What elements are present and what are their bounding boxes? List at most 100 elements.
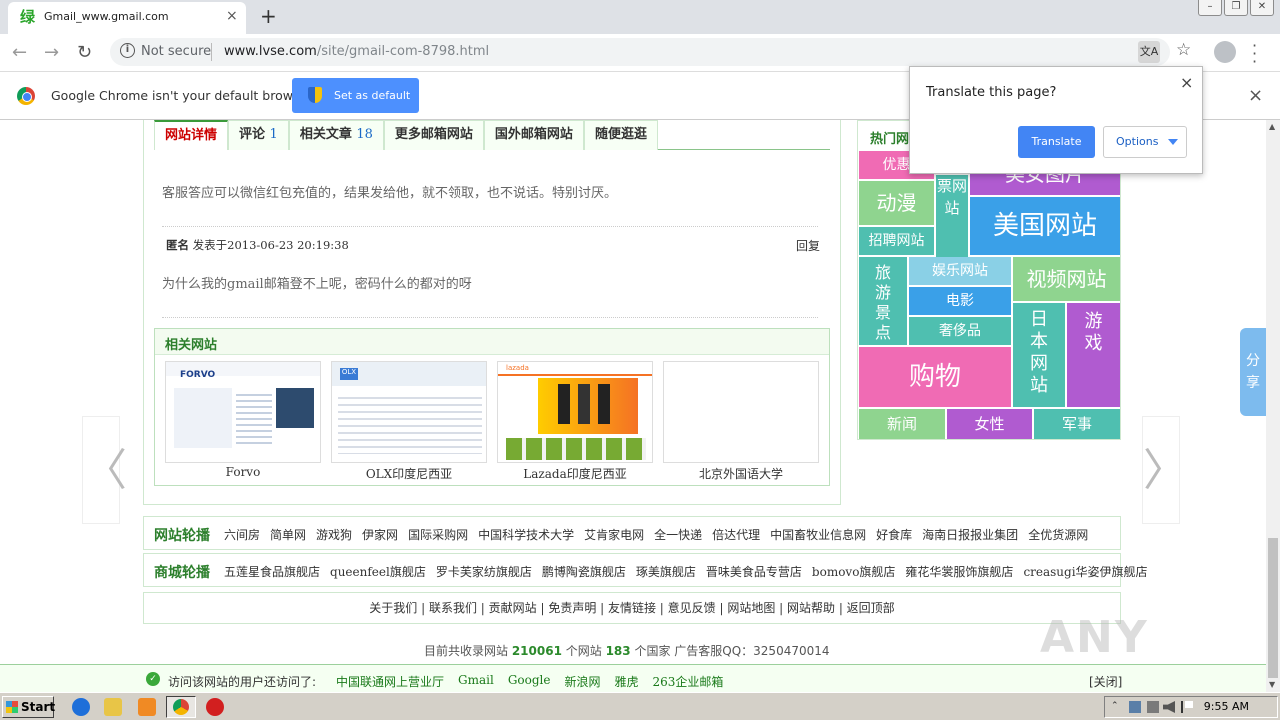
rotation-link[interactable]: 艾肯家电网	[584, 526, 644, 543]
also-visited-link[interactable]: 263企业邮箱	[653, 673, 724, 690]
folder-icon[interactable]	[104, 698, 122, 716]
flag-icon[interactable]	[1181, 701, 1193, 713]
hot-tile[interactable]: 游戏	[1067, 303, 1120, 407]
monitor-icon[interactable]	[1147, 701, 1159, 713]
footer-links[interactable]: 关于我们 | 联系我们 | 贡献网站 | 免责声明 | 友情链接 | 意见反馈 …	[143, 592, 1121, 624]
rotation-link[interactable]: 简单网	[270, 526, 306, 543]
close-bar-link[interactable]: [关闭]	[1089, 673, 1122, 690]
network-icon[interactable]	[1129, 701, 1141, 713]
mall-link[interactable]: 五莲星食品旗舰店	[224, 563, 320, 580]
also-visited-link[interactable]: 新浪网	[564, 673, 600, 690]
rotation-link[interactable]: 中国畜牧业信息网	[770, 526, 866, 543]
hot-tile[interactable]: 视频网站	[1013, 257, 1120, 301]
mall-link[interactable]: 雍花华裳服饰旗舰店	[905, 563, 1013, 580]
stop-icon[interactable]	[206, 698, 224, 716]
tab-site-detail[interactable]: 网站详情	[154, 120, 229, 150]
rotation-link[interactable]: 中国科学技术大学	[478, 526, 574, 543]
translate-button[interactable]: Translate	[1018, 126, 1095, 158]
tray-expand-icon[interactable]: ⌃	[1111, 701, 1123, 713]
mall-link[interactable]: bomovo旗舰店	[812, 563, 896, 580]
url-text[interactable]: www.lvse.com/site/gmail-com-8798.html	[224, 44, 489, 59]
tab-random-browse[interactable]: 随便逛逛	[583, 120, 658, 150]
ie-icon[interactable]	[72, 698, 90, 716]
rotation-link[interactable]: 海南日报报业集团	[922, 526, 1018, 543]
site-thumbnail[interactable]	[663, 361, 819, 463]
reload-icon[interactable]: ↻	[77, 42, 92, 63]
address-bar[interactable]: i Not secure www.lvse.com/site/gmail-com…	[110, 38, 1191, 66]
rotation-link[interactable]: 全一快递	[654, 526, 702, 543]
translate-options-button[interactable]: Options	[1103, 126, 1187, 158]
hot-tile[interactable]: 旅游景点	[859, 257, 907, 345]
start-button[interactable]: Start	[2, 696, 55, 718]
hot-tile[interactable]: 娱乐网站	[909, 257, 1011, 285]
related-site-name[interactable]: Forvo	[165, 465, 321, 479]
also-visited-link[interactable]: Gmail	[458, 673, 494, 690]
maximize-button[interactable]: ❐	[1224, 0, 1248, 16]
rotation-link[interactable]: 国际采购网	[408, 526, 468, 543]
site-thumbnail[interactable]: FORVO	[165, 361, 321, 463]
hot-tile[interactable]: 电影	[909, 287, 1011, 315]
mall-link[interactable]: 琢美旗舰店	[636, 563, 696, 580]
volume-icon[interactable]	[1163, 701, 1175, 713]
also-visited-link[interactable]: Google	[508, 673, 551, 690]
reply-link[interactable]: 回复	[796, 237, 820, 254]
info-icon[interactable]: i	[120, 43, 135, 58]
profile-avatar-icon[interactable]	[1214, 41, 1236, 63]
not-secure-label[interactable]: Not secure	[141, 44, 211, 59]
page-scrollbar[interactable]: ▲ ▼	[1266, 120, 1280, 692]
minimize-button[interactable]: –	[1198, 0, 1222, 16]
infobar-close-icon[interactable]: ×	[1248, 85, 1263, 106]
rotation-link[interactable]: 游戏狗	[316, 526, 352, 543]
scroll-down-icon[interactable]: ▼	[1269, 680, 1275, 689]
mall-link[interactable]: 晋味美食品专营店	[706, 563, 802, 580]
tab-more-mail-sites[interactable]: 更多邮箱网站	[383, 120, 484, 150]
tab-close-icon[interactable]: ×	[226, 8, 238, 24]
tab-related-articles[interactable]: 相关文章 18	[288, 120, 384, 150]
hot-tile[interactable]: 奢侈品	[909, 317, 1011, 345]
tab-comments[interactable]: 评论 1	[228, 120, 289, 150]
hot-tile[interactable]: 日本网站	[1013, 303, 1065, 407]
back-icon[interactable]: ←	[12, 42, 27, 63]
set-as-default-button[interactable]: Set as default	[292, 78, 419, 113]
forward-icon[interactable]: →	[44, 42, 59, 63]
rotation-link[interactable]: 六间房	[224, 526, 260, 543]
hot-tile[interactable]: 女性	[947, 409, 1032, 439]
mall-link[interactable]: 鹏博陶瓷旗舰店	[542, 563, 626, 580]
translate-icon[interactable]: 文A	[1138, 41, 1160, 63]
rotation-link[interactable]: 好食库	[876, 526, 912, 543]
translate-close-icon[interactable]: ×	[1180, 73, 1193, 92]
share-button[interactable]: 分享	[1240, 328, 1266, 416]
chrome-taskbar-button[interactable]	[166, 696, 196, 718]
scroll-thumb[interactable]	[1268, 538, 1278, 678]
hot-tile[interactable]: 美国网站	[970, 197, 1120, 255]
bookmark-star-icon[interactable]: ☆	[1176, 40, 1191, 60]
related-site-name[interactable]: Lazada印度尼西亚	[497, 465, 653, 482]
hot-tile[interactable]: 招聘网站	[859, 227, 934, 255]
related-site-name[interactable]: OLX印度尼西亚	[331, 465, 487, 482]
rotation-link[interactable]: 伊家网	[362, 526, 398, 543]
scroll-up-icon[interactable]: ▲	[1269, 122, 1275, 131]
mall-link[interactable]: creasugi华姿伊旗舰店	[1023, 563, 1147, 580]
close-window-button[interactable]: ✕	[1250, 0, 1274, 16]
rotation-link[interactable]: 倍达代理	[712, 526, 760, 543]
media-player-icon[interactable]	[138, 698, 156, 716]
tab-foreign-mail-sites[interactable]: 国外邮箱网站	[483, 120, 584, 150]
new-tab-button[interactable]: +	[260, 4, 277, 28]
menu-kebab-icon[interactable]: · · ·	[1252, 38, 1257, 70]
hot-tile[interactable]: 购物	[859, 347, 1011, 407]
hot-tile[interactable]: 军事	[1034, 409, 1120, 439]
related-site-name[interactable]: 北京外国语大学	[663, 465, 819, 482]
prev-arrow-button[interactable]: 〈	[82, 416, 127, 524]
hot-tile[interactable]: 票网站	[936, 175, 968, 257]
hot-tile[interactable]: 动漫	[859, 181, 934, 225]
also-visited-link[interactable]: 中国联通网上营业厅	[336, 673, 444, 690]
next-arrow-button[interactable]: 〉	[1142, 416, 1187, 524]
site-thumbnail[interactable]: lazada	[497, 361, 653, 463]
mall-link[interactable]: 罗卡芙家纺旗舰店	[436, 563, 532, 580]
site-thumbnail[interactable]: OLX	[331, 361, 487, 463]
browser-tab[interactable]: 绿 Gmail_www.gmail.com ×	[8, 2, 246, 34]
mall-link[interactable]: queenfeel旗舰店	[330, 563, 426, 580]
rotation-link[interactable]: 全优货源网	[1028, 526, 1088, 543]
hot-tile[interactable]: 新闻	[859, 409, 945, 439]
also-visited-link[interactable]: 雅虎	[614, 673, 638, 690]
